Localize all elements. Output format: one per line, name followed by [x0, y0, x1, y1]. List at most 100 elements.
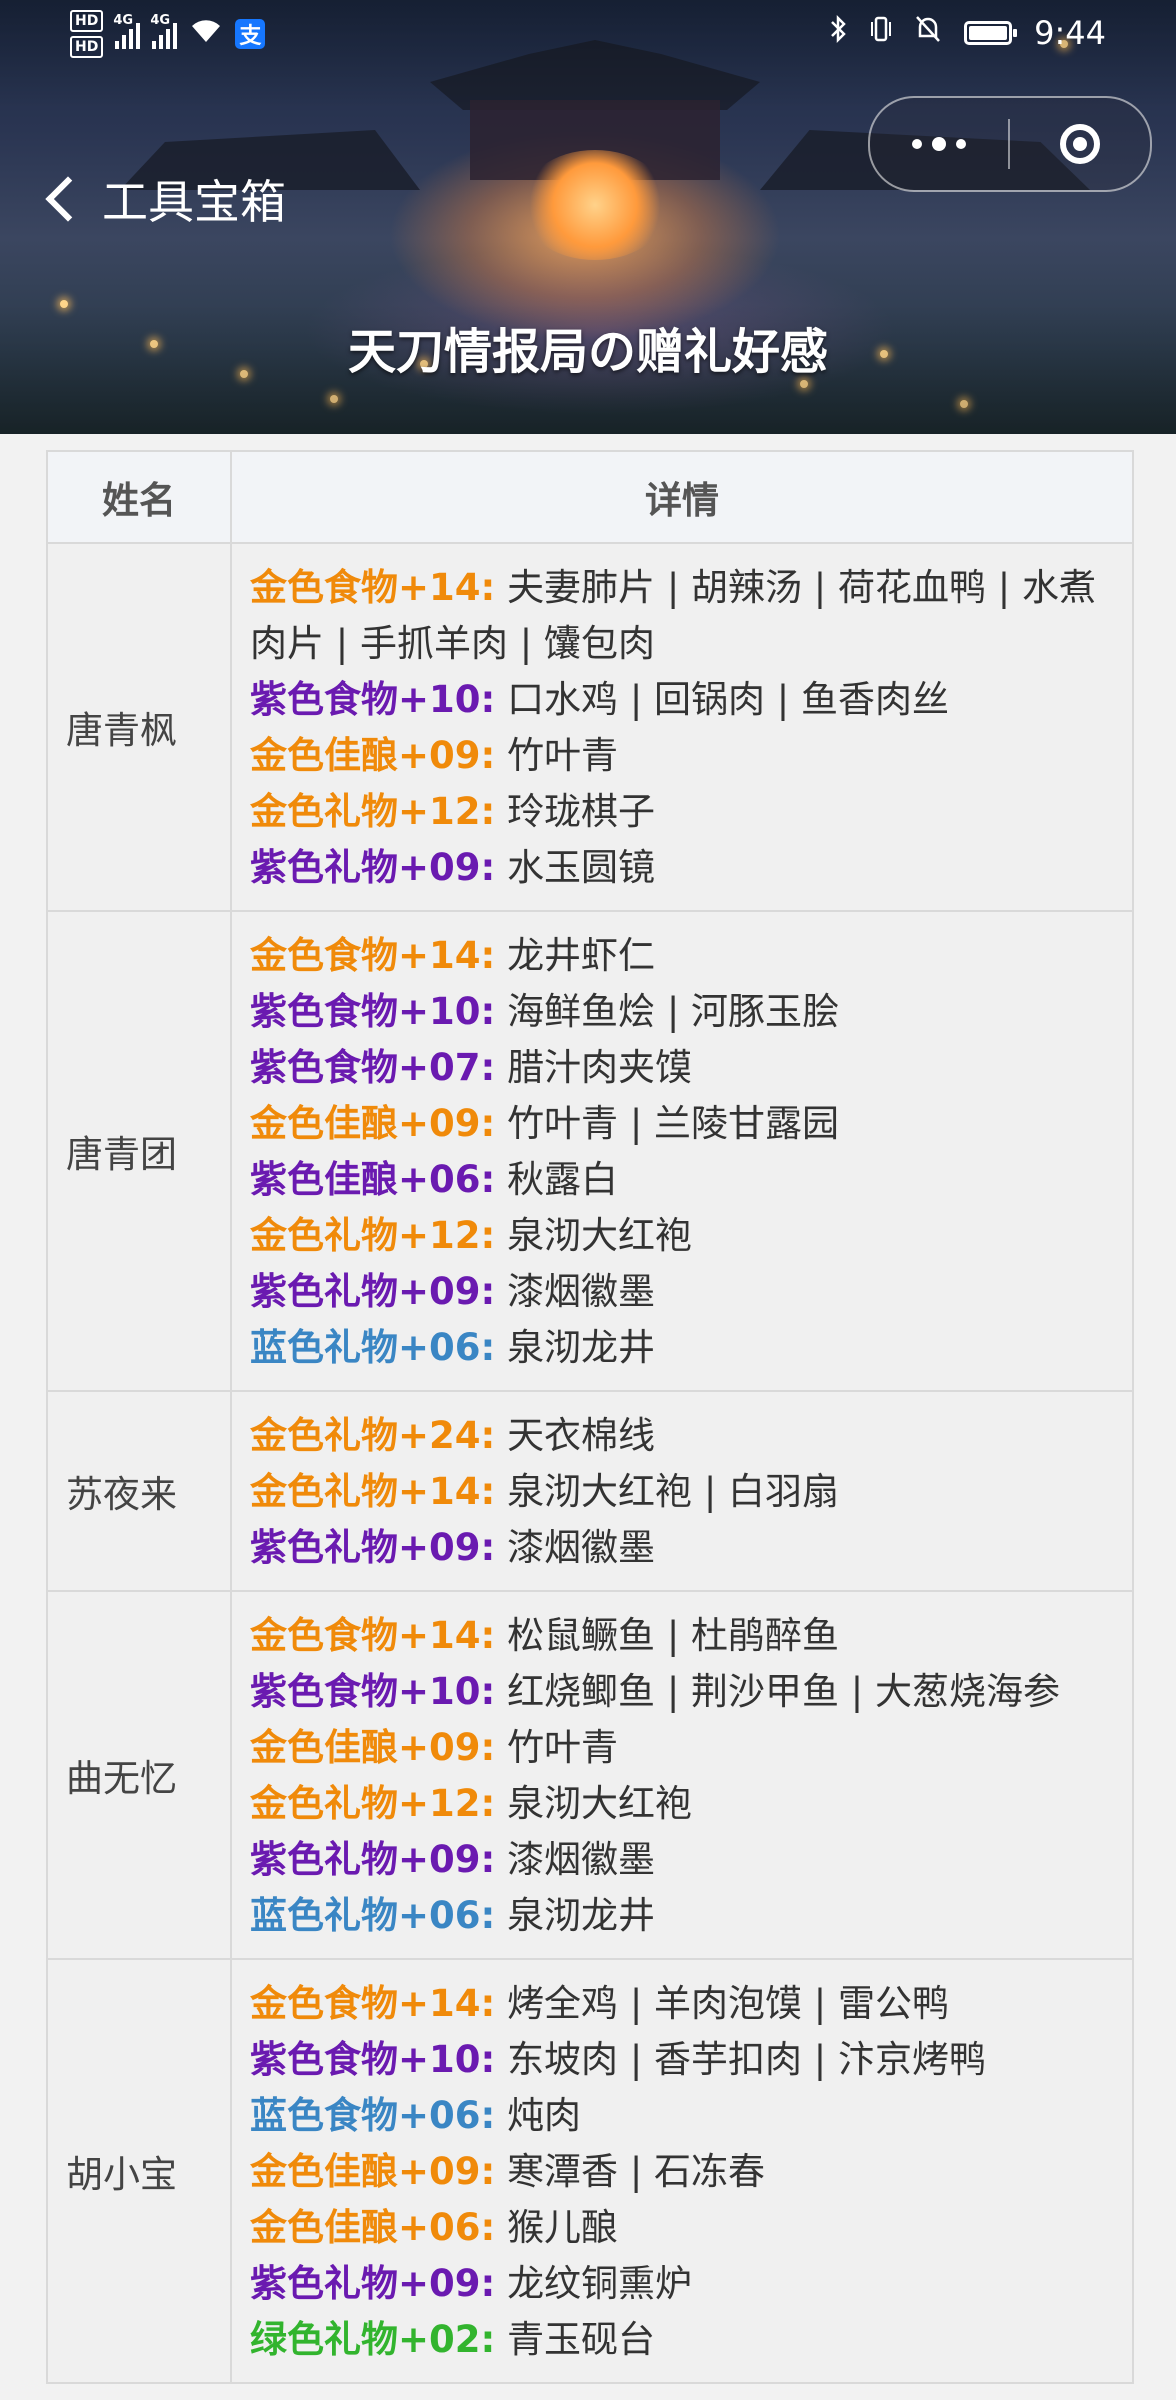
- column-header-name: 姓名: [46, 450, 232, 544]
- gift-category: 金色佳酿+09:: [250, 734, 496, 777]
- gift-line: 金色佳酿+09: 竹叶青 | 兰陵甘露园: [250, 1096, 1112, 1152]
- close-target-icon[interactable]: [1010, 124, 1150, 164]
- gift-category: 紫色食物+10:: [250, 1670, 496, 1713]
- gift-line: 蓝色礼物+06: 泉沏龙井: [250, 1888, 1112, 1944]
- status-bar: HD HD 4G 4G 支 9:44: [0, 0, 1176, 70]
- gift-line: 金色礼物+14: 泉沏大红袍 | 白羽扇: [250, 1464, 1112, 1520]
- signal-icon: 4G: [150, 13, 178, 49]
- character-name: 苏夜来: [46, 1390, 232, 1592]
- gift-category: 金色礼物+14:: [250, 1470, 496, 1513]
- table-row: 唐青枫 金色食物+14: 夫妻肺片 | 胡辣汤 | 荷花血鸭 | 水煮肉片 | 手…: [46, 542, 1134, 912]
- hd-icon: HD HD: [70, 10, 104, 58]
- chevron-left-icon: [45, 176, 91, 222]
- status-left: HD HD 4G 4G 支: [70, 10, 266, 58]
- gift-items: 寒潭香 | 石冻春: [507, 2150, 766, 2193]
- gift-table: 姓名 详情 唐青枫 金色食物+14: 夫妻肺片 | 胡辣汤 | 荷花血鸭 | 水煮…: [46, 450, 1134, 2384]
- gift-line: 金色佳酿+09: 竹叶青: [250, 1720, 1112, 1776]
- gift-line: 金色礼物+24: 天衣棉线: [250, 1408, 1112, 1464]
- back-button[interactable]: 工具宝箱: [38, 166, 286, 232]
- gift-line: 蓝色礼物+06: 泉沏龙井: [250, 1320, 1112, 1376]
- table-row: 曲无忆 金色食物+14: 松鼠鳜鱼 | 杜鹃醉鱼 紫色食物+10: 红烧鲫鱼 | 荆…: [46, 1590, 1134, 1960]
- alipay-icon: 支: [235, 19, 266, 49]
- character-name: 唐青团: [46, 910, 232, 1392]
- gift-category: 金色佳酿+09:: [250, 1726, 496, 1769]
- gift-category: 紫色食物+10:: [250, 678, 496, 721]
- back-label: 工具宝箱: [102, 175, 286, 229]
- gift-category: 蓝色礼物+06:: [250, 1326, 496, 1369]
- gift-line: 紫色佳酿+06: 秋露白: [250, 1152, 1112, 1208]
- gift-items: 泉沏大红袍: [507, 1782, 693, 1825]
- gift-items: 秋露白: [507, 1158, 619, 1201]
- hd-top-label: HD: [70, 10, 104, 32]
- gift-items: 竹叶青: [507, 734, 619, 777]
- gift-category: 紫色食物+10:: [250, 990, 496, 1033]
- gift-category: 金色佳酿+09:: [250, 1102, 496, 1145]
- gift-category: 金色礼物+12:: [250, 790, 496, 833]
- gift-items: 炖肉: [507, 2094, 582, 2137]
- gift-items: 漆烟徽墨: [507, 1526, 656, 1569]
- gift-category: 金色礼物+24:: [250, 1414, 496, 1457]
- gift-line: 紫色礼物+09: 漆烟徽墨: [250, 1832, 1112, 1888]
- gift-category: 金色礼物+12:: [250, 1782, 496, 1825]
- gift-items: 东坡肉 | 香芋扣肉 | 汴京烤鸭: [507, 2038, 987, 2081]
- gift-line: 紫色礼物+09: 水玉圆镜: [250, 840, 1112, 896]
- status-right: 9:44: [828, 14, 1106, 52]
- vibrate-icon: [870, 14, 892, 52]
- gift-items: 龙纹铜熏炉: [507, 2262, 693, 2305]
- network-type-label: 4G: [150, 13, 171, 28]
- gift-items: 海鲜鱼烩 | 河豚玉脍: [507, 990, 840, 1033]
- gift-items: 红烧鲫鱼 | 荆沙甲鱼 | 大葱烧海参: [507, 1670, 1061, 1713]
- gift-category: 金色食物+14:: [250, 566, 496, 609]
- gift-category: 金色食物+14:: [250, 1614, 496, 1657]
- gift-line: 金色佳酿+09: 竹叶青: [250, 728, 1112, 784]
- gift-detail-cell: 金色食物+14: 烤全鸡 | 羊肉泡馍 | 雷公鸭 紫色食物+10: 东坡肉 | …: [230, 1958, 1134, 2384]
- gift-detail-cell: 金色食物+14: 龙井虾仁 紫色食物+10: 海鲜鱼烩 | 河豚玉脍 紫色食物+07…: [230, 910, 1134, 1392]
- gift-items: 竹叶青: [507, 1726, 619, 1769]
- mute-bell-icon: [914, 14, 942, 52]
- gift-items: 龙井虾仁: [507, 934, 656, 977]
- gift-category: 紫色食物+07:: [250, 1046, 496, 1089]
- page-title: 天刀情报局の赠礼好感: [347, 324, 828, 380]
- gift-line: 紫色礼物+09: 龙纹铜熏炉: [250, 2256, 1112, 2312]
- gift-line: 紫色食物+10: 口水鸡 | 回锅肉 | 鱼香肉丝: [250, 672, 1112, 728]
- gift-line: 金色礼物+12: 泉沏大红袍: [250, 1208, 1112, 1264]
- gift-line: 绿色礼物+02: 青玉砚台: [250, 2312, 1112, 2368]
- gift-category: 金色食物+14:: [250, 934, 496, 977]
- gift-detail-cell: 金色礼物+24: 天衣棉线 金色礼物+14: 泉沏大红袍 | 白羽扇 紫色礼物+09…: [230, 1390, 1134, 1592]
- gift-items: 天衣棉线: [507, 1414, 656, 1457]
- column-header-detail: 详情: [230, 450, 1134, 544]
- gift-items: 漆烟徽墨: [507, 1838, 656, 1881]
- gift-line: 金色礼物+12: 玲珑棋子: [250, 784, 1112, 840]
- gift-items: 玲珑棋子: [507, 790, 656, 833]
- gift-line: 金色食物+14: 夫妻肺片 | 胡辣汤 | 荷花血鸭 | 水煮肉片 | 手抓羊肉…: [250, 560, 1112, 672]
- gift-detail-cell: 金色食物+14: 松鼠鳜鱼 | 杜鹃醉鱼 紫色食物+10: 红烧鲫鱼 | 荆沙甲鱼…: [230, 1590, 1134, 1960]
- gift-items: 口水鸡 | 回锅肉 | 鱼香肉丝: [507, 678, 950, 721]
- gift-items: 漆烟徽墨: [507, 1270, 656, 1313]
- wifi-icon: [189, 16, 223, 52]
- gift-category: 紫色礼物+09:: [250, 1270, 496, 1313]
- gift-category: 金色佳酿+06:: [250, 2206, 496, 2249]
- gift-items: 水玉圆镜: [507, 846, 656, 889]
- more-icon[interactable]: [870, 137, 1008, 151]
- character-name: 唐青枫: [46, 542, 232, 912]
- table-header-row: 姓名 详情: [46, 450, 1134, 544]
- gift-line: 紫色礼物+09: 漆烟徽墨: [250, 1520, 1112, 1576]
- signal-icon: 4G: [113, 13, 141, 49]
- table-row: 苏夜来 金色礼物+24: 天衣棉线 金色礼物+14: 泉沏大红袍 | 白羽扇 紫色礼物…: [46, 1390, 1134, 1592]
- gift-line: 金色礼物+12: 泉沏大红袍: [250, 1776, 1112, 1832]
- gift-items: 腊汁肉夹馍: [507, 1046, 693, 1089]
- gift-items: 竹叶青 | 兰陵甘露园: [507, 1102, 840, 1145]
- gift-category: 金色佳酿+09:: [250, 2150, 496, 2193]
- gift-items: 松鼠鳜鱼 | 杜鹃醉鱼: [507, 1614, 840, 1657]
- gift-line: 金色佳酿+09: 寒潭香 | 石冻春: [250, 2144, 1112, 2200]
- gift-items: 泉沏大红袍: [507, 1214, 693, 1257]
- gift-category: 紫色食物+10:: [250, 2038, 496, 2081]
- network-type-label: 4G: [113, 13, 134, 28]
- gift-category: 紫色礼物+09:: [250, 2262, 496, 2305]
- gift-category: 蓝色礼物+06:: [250, 1894, 496, 1937]
- gift-category: 金色礼物+12:: [250, 1214, 496, 1257]
- gift-category: 蓝色食物+06:: [250, 2094, 496, 2137]
- gift-category: 紫色佳酿+06:: [250, 1158, 496, 1201]
- gift-category: 金色食物+14:: [250, 1982, 496, 2025]
- clock: 9:44: [1034, 14, 1106, 52]
